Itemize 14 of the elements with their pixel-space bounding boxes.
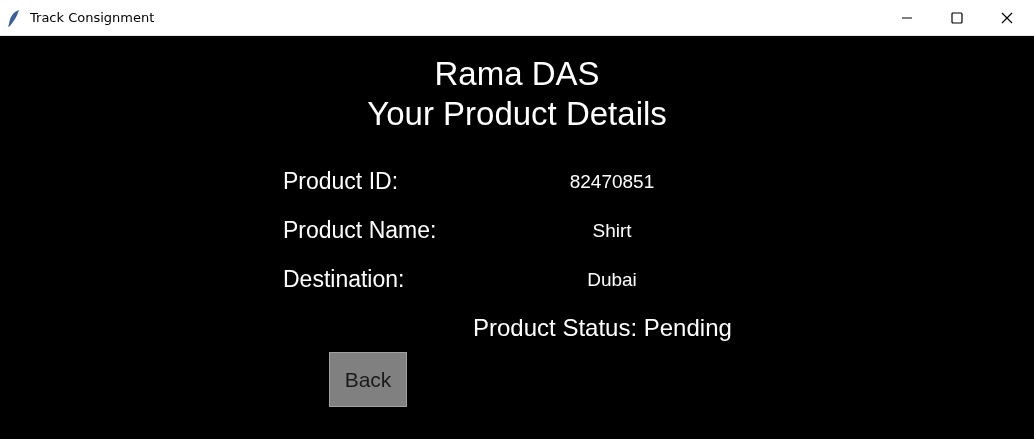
close-icon[interactable] <box>1001 11 1013 24</box>
window-title: Track Consignment <box>30 10 156 25</box>
field-label: Product ID: <box>283 167 400 196</box>
field-label: Product Name: <box>283 216 438 245</box>
field-value: Shirt <box>591 219 633 243</box>
customer-name: Rama DAS <box>434 54 600 94</box>
field-value: Dubai <box>586 268 638 292</box>
product-status: Product Status: Pending <box>473 313 732 343</box>
page-heading: Your Product Details <box>367 94 667 134</box>
feather-icon <box>7 8 21 27</box>
maximize-icon[interactable] <box>951 11 963 24</box>
field-label: Destination: <box>283 265 406 294</box>
field-value: 82470851 <box>568 170 656 194</box>
back-button[interactable]: Back <box>329 352 407 407</box>
